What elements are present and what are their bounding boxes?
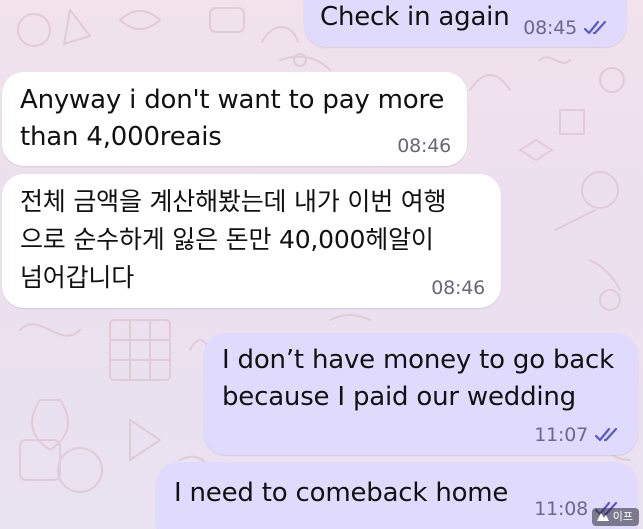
chat-background: Check in again 08:45 Anyway i don't want… — [0, 0, 643, 529]
message-time: 08:46 — [431, 277, 485, 299]
message-text: I need to comeback home — [174, 475, 508, 512]
message-meta: 08:46 — [431, 277, 485, 299]
message-time: 08:45 — [523, 17, 577, 39]
message-meta: 11:07 — [534, 424, 622, 446]
message-line: 전체 금액을 계산해봤는데 내가 이번 여행 — [20, 187, 447, 216]
message-line: Check in again — [320, 2, 510, 32]
read-double-check-icon — [594, 427, 618, 442]
message-time: 11:07 — [534, 424, 588, 446]
message-text: I don’t have money to go back because I … — [222, 342, 614, 416]
message-bubble-incoming[interactable]: 전체 금액을 계산해봤는데 내가 이번 여행 으로 순수하게 잃은 돈만 40,… — [2, 174, 501, 308]
message-line: than 4,000reais — [20, 122, 222, 152]
message-text: Check in again — [320, 0, 510, 36]
message-bubble-outgoing[interactable]: Check in again 08:45 — [304, 0, 627, 47]
message-line: 넘어갑니다 — [20, 263, 135, 292]
message-line: Anyway i don't want to pay more — [20, 85, 445, 115]
message-text: 전체 금액을 계산해봤는데 내가 이번 여행 으로 순수하게 잃은 돈만 40,… — [20, 183, 447, 297]
message-line: 으로 순수하게 잃은 돈만 40,000헤알이 — [20, 225, 434, 254]
message-bubble-outgoing[interactable]: I don’t have money to go back because I … — [204, 333, 638, 455]
watermark-text: 이프 — [612, 510, 633, 523]
message-meta: 08:45 — [523, 17, 611, 39]
read-double-check-icon — [583, 20, 607, 35]
message-time: 08:46 — [397, 135, 451, 157]
message-line: I need to comeback home — [174, 478, 509, 508]
message-bubble-incoming[interactable]: Anyway i don't want to pay more than 4,0… — [2, 72, 467, 166]
message-line: I don’t have money to go back — [222, 345, 614, 375]
message-text: Anyway i don't want to pay more than 4,0… — [20, 82, 444, 156]
message-meta: 08:46 — [397, 135, 451, 157]
site-logo-icon — [596, 513, 609, 521]
message-line: because I paid our wedding — [222, 382, 576, 412]
message-time: 11:08 — [534, 498, 588, 520]
message-bubble-outgoing[interactable]: I need to comeback home 11:08 — [156, 462, 638, 529]
site-watermark: 이프 — [591, 508, 639, 526]
